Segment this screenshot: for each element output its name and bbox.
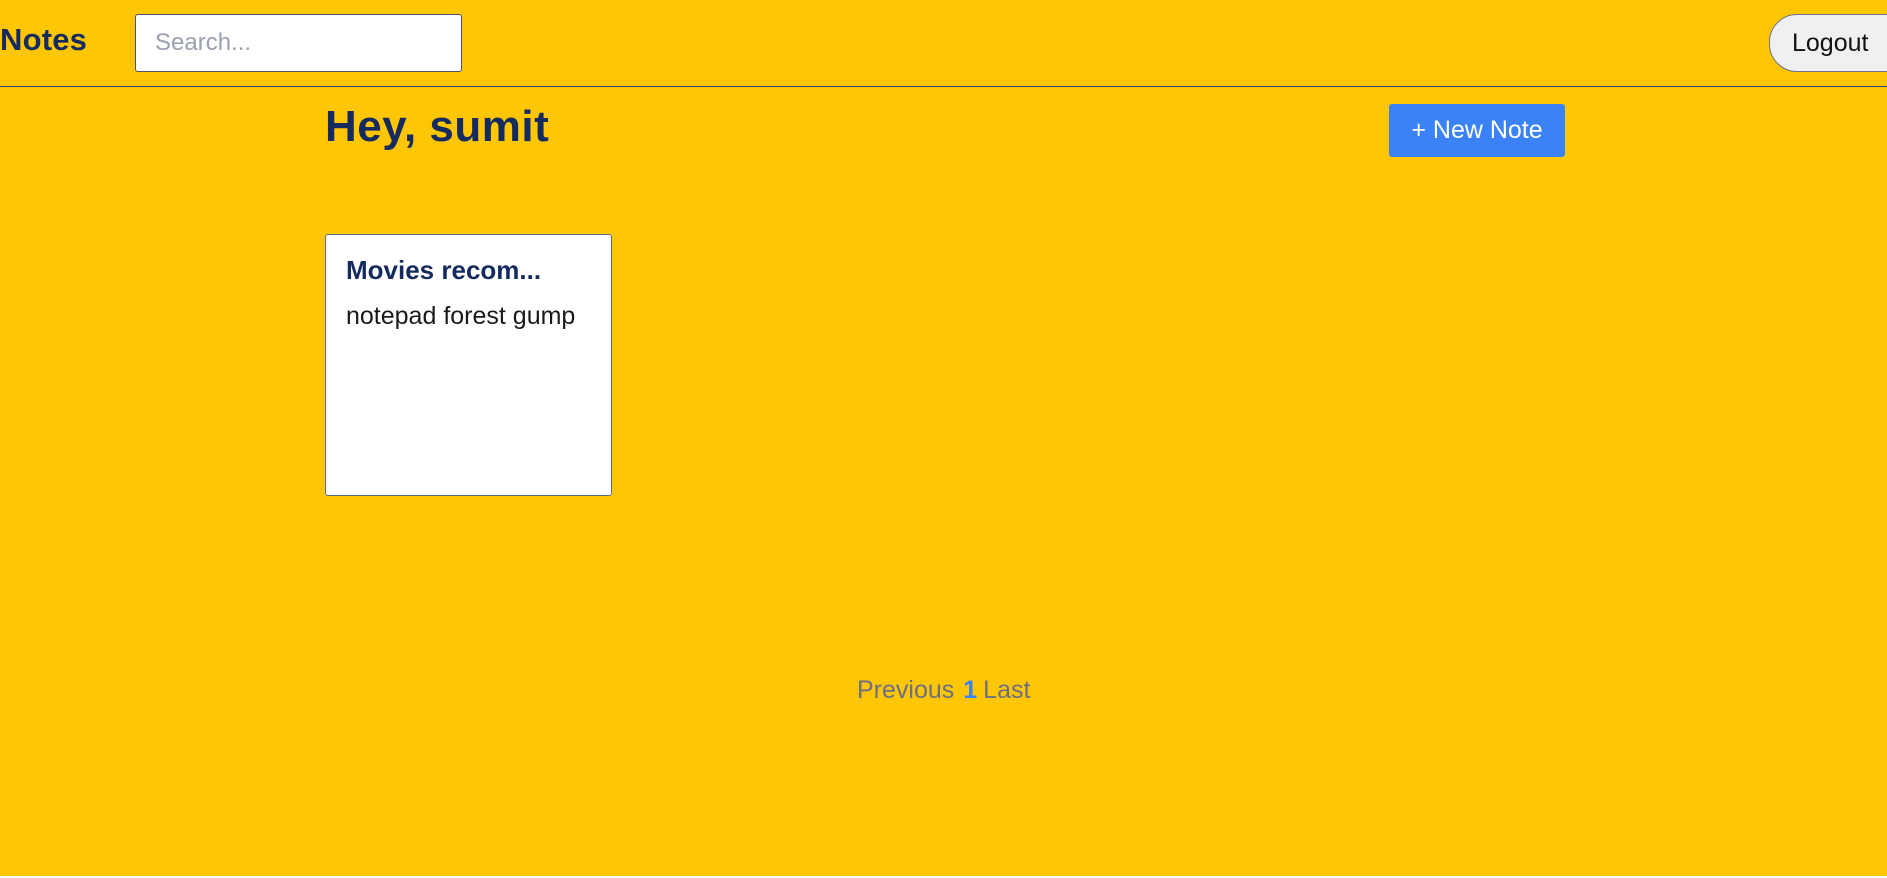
page-title: Hey, sumit	[325, 102, 550, 151]
note-title: Movies recom...	[346, 255, 542, 285]
app-brand[interactable]: Notes	[0, 22, 87, 58]
note-body: notepad forest gump	[346, 302, 576, 331]
new-note-button[interactable]: + New Note	[1389, 104, 1565, 157]
previous-page-link[interactable]: Previous	[857, 676, 954, 704]
search-input[interactable]	[135, 14, 462, 72]
last-page-link[interactable]: Last	[983, 676, 1030, 704]
logout-button[interactable]: Logout	[1769, 14, 1887, 72]
current-page-number[interactable]: 1	[963, 676, 977, 704]
page-background: Notes Logout Hey, sumit + New Note Movie…	[0, 0, 1887, 878]
pagination: Previous 1 Last	[857, 676, 1030, 705]
navbar: Notes Logout	[0, 0, 1887, 87]
note-card[interactable]: Movies recom... notepad forest gump	[325, 234, 612, 496]
